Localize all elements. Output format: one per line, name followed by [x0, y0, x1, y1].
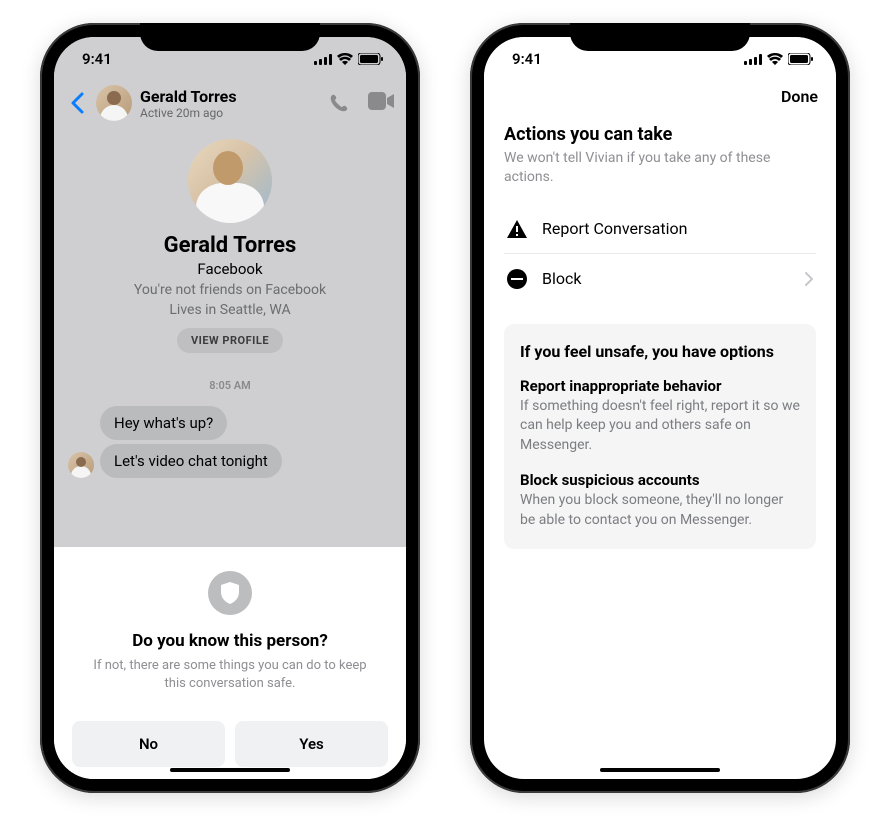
header-actions — [328, 92, 394, 114]
header-avatar[interactable] — [96, 85, 132, 121]
wifi-icon — [337, 53, 353, 65]
safety-subtitle: If not, there are some things you can do… — [72, 657, 388, 693]
no-button[interactable]: No — [72, 721, 225, 767]
chevron-right-icon — [804, 271, 814, 287]
card-title: If you feel unsafe, you have options — [520, 342, 800, 363]
battery-icon — [788, 53, 814, 65]
home-indicator[interactable] — [600, 768, 720, 772]
report-conversation-row[interactable]: Report Conversation — [504, 205, 816, 254]
view-profile-button[interactable]: VIEW PROFILE — [177, 328, 283, 353]
screen-right: 9:41 Done Actions you can take We won't … — [484, 37, 836, 779]
header-info[interactable]: Gerald Torres Active 20m ago — [140, 87, 320, 120]
phone-icon[interactable] — [328, 92, 350, 114]
phone-frame-left: 9:41 Gerald Torres — [40, 23, 420, 793]
chat-dim-area: Gerald Torres Active 20m ago Gerald Torr… — [54, 81, 406, 547]
block-icon — [506, 268, 528, 290]
chat-header: Gerald Torres Active 20m ago — [54, 81, 406, 129]
cellular-icon — [314, 54, 332, 65]
message-row: Let's video chat tonight — [54, 442, 406, 480]
done-button[interactable]: Done — [781, 87, 818, 106]
screen-left: 9:41 Gerald Torres — [54, 37, 406, 779]
wifi-icon — [767, 53, 783, 65]
device-notch — [140, 23, 320, 51]
card-section-report: Report inappropriate behavior If somethi… — [520, 377, 800, 456]
yes-button[interactable]: Yes — [235, 721, 388, 767]
device-notch — [570, 23, 750, 51]
status-right — [314, 53, 384, 65]
profile-friends-line: You're not friends on Facebook — [74, 282, 386, 298]
card-section-block: Block suspicious accounts When you block… — [520, 471, 800, 530]
profile-location-line: Lives in Seattle, WA — [74, 302, 386, 318]
phone-frame-right: 9:41 Done Actions you can take We won't … — [470, 23, 850, 793]
profile-avatar[interactable] — [188, 139, 272, 223]
report-label: Report Conversation — [542, 219, 814, 238]
safety-sheet: Do you know this person? If not, there a… — [54, 547, 406, 779]
video-icon[interactable] — [368, 92, 394, 114]
message-avatar — [68, 452, 94, 478]
back-button[interactable] — [66, 92, 88, 114]
home-indicator[interactable] — [170, 768, 290, 772]
header-name: Gerald Torres — [140, 87, 320, 106]
message-bubble[interactable]: Let's video chat tonight — [100, 444, 282, 478]
safety-title: Do you know this person? — [72, 631, 388, 651]
status-right — [744, 53, 814, 65]
actions-subtitle: We won't tell Vivian if you take any of … — [504, 149, 816, 187]
message-bubble[interactable]: Hey what's up? — [100, 406, 227, 440]
profile-name: Gerald Torres — [74, 233, 386, 258]
card-section-body: If something doesn't feel right, report … — [520, 397, 800, 456]
actions-title: Actions you can take — [504, 124, 816, 145]
card-section-title: Block suspicious accounts — [520, 471, 800, 489]
battery-icon — [358, 53, 384, 65]
header-status: Active 20m ago — [140, 106, 320, 120]
shield-icon — [208, 571, 252, 615]
block-label: Block — [542, 269, 790, 288]
actions-body: Actions you can take We won't tell Vivia… — [484, 116, 836, 557]
status-time: 9:41 — [82, 50, 112, 68]
info-card: If you feel unsafe, you have options Rep… — [504, 324, 816, 549]
card-section-title: Report inappropriate behavior — [520, 377, 800, 395]
chat-timestamp: 8:05 AM — [54, 379, 406, 392]
done-row: Done — [484, 81, 836, 116]
block-row[interactable]: Block — [504, 254, 816, 304]
safety-buttons: No Yes — [72, 721, 388, 767]
card-section-body: When you block someone, they'll no longe… — [520, 491, 800, 530]
action-list: Report Conversation Block — [504, 205, 816, 304]
profile-section: Gerald Torres Facebook You're not friend… — [54, 129, 406, 367]
status-time: 9:41 — [512, 50, 542, 68]
profile-platform: Facebook — [74, 260, 386, 278]
message-row: Hey what's up? — [54, 404, 406, 442]
cellular-icon — [744, 54, 762, 65]
warning-icon — [506, 219, 528, 239]
